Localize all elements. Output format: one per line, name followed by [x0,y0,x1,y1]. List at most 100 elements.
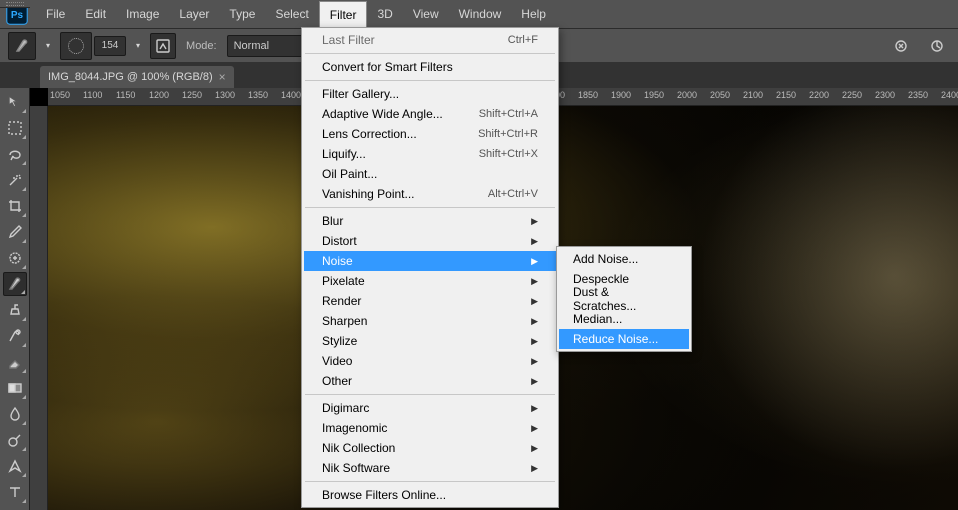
filter-menu-imagenomic[interactable]: Imagenomic ▶ [304,418,556,438]
filter-menu-vanishing-point[interactable]: Vanishing Point...Alt+Ctrl+V [304,184,556,204]
menu-layer[interactable]: Layer [169,0,219,28]
menu-item-label: Vanishing Point... [322,187,415,201]
healing-brush-tool[interactable] [3,246,27,270]
lasso-tool[interactable] [3,142,27,166]
noise-submenu-dust-scratches[interactable]: Dust & Scratches... [559,289,689,309]
menu-item-label: Liquify... [322,147,366,161]
noise-submenu-add-noise[interactable]: Add Noise... [559,249,689,269]
ruler-h-label: 1200 [149,90,169,100]
brush-panel-button[interactable] [150,33,176,59]
menu-file[interactable]: File [36,0,75,28]
submenu-arrow-icon: ▶ [531,276,538,287]
ruler-h-label: 2200 [809,90,829,100]
marquee-tool[interactable] [3,116,27,140]
menu-type[interactable]: Type [219,0,265,28]
filter-menu-distort[interactable]: Distort▶ [304,231,556,251]
ruler-v-label: 1100 [30,293,32,312]
magic-wand-tool[interactable] [3,168,27,192]
menu-item-label: Nik Software [322,461,390,475]
filter-menu-video[interactable]: Video ▶ [304,351,556,371]
gradient-tool[interactable] [3,376,27,400]
blur-tool[interactable] [3,402,27,426]
ruler-v-label: 1000 [30,192,32,212]
ruler-vertical: 900950100010501100115012001250 [30,106,48,510]
submenu-arrow-icon: ▶ [531,216,538,227]
filter-menu-other[interactable]: Other▶ [304,371,556,391]
brush-preview[interactable] [60,32,92,60]
menu-item-label: Sharpen [322,314,367,328]
filter-menu-noise[interactable]: Noise▶ [304,251,556,271]
submenu-arrow-icon: ▶ [531,356,538,367]
brush-size-arrow-icon[interactable]: ▾ [136,41,140,50]
ruler-v-label: 1150 [30,343,32,362]
noise-submenu-reduce-noise[interactable]: Reduce Noise... [559,329,689,349]
pressure-icon[interactable] [924,33,950,59]
submenu-arrow-icon: ▶ [531,423,538,434]
menu-window[interactable]: Window [449,0,512,28]
filter-menu-digimarc[interactable]: Digimarc▶ [304,398,556,418]
document-tab[interactable]: IMG_8044.JPG @ 100% (RGB/8) × [40,66,234,88]
current-tool-icon[interactable] [8,32,36,60]
menu-item-label: Imagenomic [322,421,387,435]
ruler-h-label: 1900 [611,90,631,100]
menubar: Ps FileEditImageLayerTypeSelectFilter3DV… [0,0,958,28]
menu-item-label: Video [322,354,352,368]
type-tool[interactable] [3,480,27,504]
filter-menu-sharpen[interactable]: Sharpen▶ [304,311,556,331]
move-tool[interactable] [3,90,27,114]
filter-menu-filter-gallery[interactable]: Filter Gallery... [304,84,556,104]
submenu-arrow-icon: ▶ [531,376,538,387]
menu-item-label: Last Filter [322,33,375,47]
airbrush-icon[interactable] [888,33,914,59]
filter-menu-nik-collection[interactable]: Nik Collection▶ [304,438,556,458]
filter-menu-stylize[interactable]: Stylize▶ [304,331,556,351]
filter-menu-render[interactable]: Render▶ [304,291,556,311]
menu-shortcut: Shift+Ctrl+R [478,128,538,140]
menu-filter[interactable]: Filter [319,1,368,28]
submenu-arrow-icon: ▶ [531,256,538,267]
clone-stamp-tool[interactable] [3,298,27,322]
filter-menu-nik-software[interactable]: Nik Software ▶ [304,458,556,478]
close-tab-icon[interactable]: × [219,70,226,84]
pen-tool[interactable] [3,454,27,478]
menu-item-label: Adaptive Wide Angle... [322,107,443,121]
menu-shortcut: Ctrl+F [508,34,538,46]
menu-3d[interactable]: 3D [367,0,402,28]
ruler-h-label: 1300 [215,90,235,100]
ruler-h-label: 1100 [83,90,102,100]
mode-label: Mode: [186,40,217,52]
tool-preset-arrow-icon[interactable]: ▾ [46,41,50,50]
filter-menu-adaptive-wide-angle[interactable]: Adaptive Wide Angle...Shift+Ctrl+A [304,104,556,124]
filter-menu-pixelate[interactable]: Pixelate▶ [304,271,556,291]
filter-menu-lens-correction[interactable]: Lens Correction...Shift+Ctrl+R [304,124,556,144]
eraser-tool[interactable] [3,350,27,374]
dodge-tool[interactable] [3,428,27,452]
ruler-v-label: 1050 [30,242,32,262]
menu-image[interactable]: Image [116,0,169,28]
brush-tool[interactable] [3,272,27,296]
brush-size-value[interactable]: 154 [94,36,126,56]
menu-item-label: Stylize [322,334,357,348]
menu-item-label: Nik Collection [322,441,395,455]
ruler-h-label: 1050 [50,90,70,100]
menu-select[interactable]: Select [265,0,318,28]
menu-item-label: Distort [322,234,357,248]
filter-menu-convert-for-smart-filters[interactable]: Convert for Smart Filters [304,57,556,77]
ruler-h-label: 2400 [941,90,958,100]
filter-menu-browse-filters-online[interactable]: Browse Filters Online... [304,485,556,505]
toolbox-grip-icon[interactable] [0,0,30,8]
noise-submenu: Add Noise...DespeckleDust & Scratches...… [556,246,692,352]
submenu-arrow-icon: ▶ [531,463,538,474]
ruler-h-label: 1950 [644,90,664,100]
menu-item-label: Oil Paint... [322,167,377,181]
filter-menu-blur[interactable]: Blur▶ [304,211,556,231]
filter-menu-oil-paint[interactable]: Oil Paint... [304,164,556,184]
ruler-h-label: 1850 [578,90,598,100]
menu-help[interactable]: Help [511,0,556,28]
menu-edit[interactable]: Edit [75,0,116,28]
eyedropper-tool[interactable] [3,220,27,244]
crop-tool[interactable] [3,194,27,218]
menu-view[interactable]: View [403,0,449,28]
history-brush-tool[interactable] [3,324,27,348]
filter-menu-liquify[interactable]: Liquify...Shift+Ctrl+X [304,144,556,164]
